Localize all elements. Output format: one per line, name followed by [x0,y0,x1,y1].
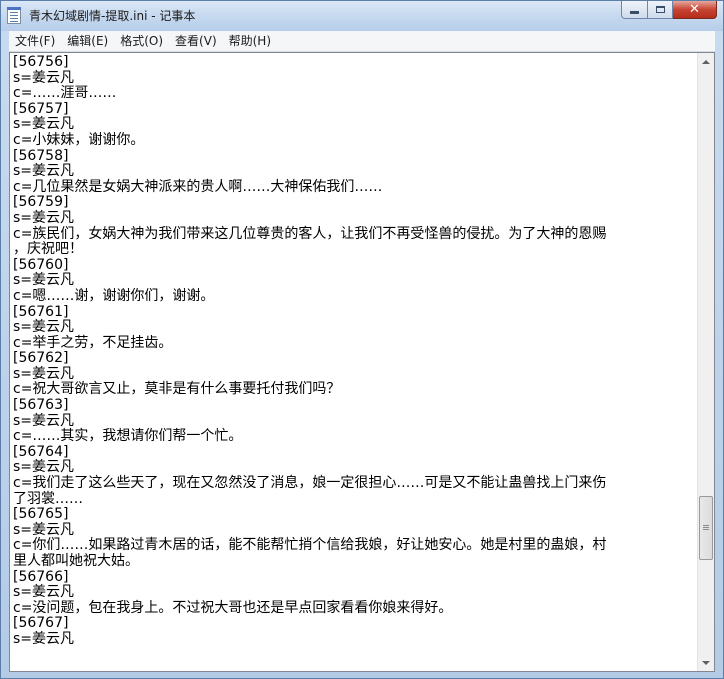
menu-file[interactable]: 文件(F) [9,31,61,51]
text-line: [56760] [13,256,69,273]
text-line: 里人都叫她祝大姑。 [13,553,139,569]
text-content[interactable]: [56756] s=姜云凡 c=……涯哥…… [56757] s=姜云凡 c=小妹妹，谢谢… [13,55,693,669]
caption-buttons: ✕ [621,1,717,21]
text-line: c=族民们，女娲大神为我们带来这几位尊贵的客人，让我们不再受怪兽的侵扰。为了大神… [13,225,607,242]
vertical-scrollbar[interactable] [697,53,714,671]
arrow-up-icon [702,59,710,64]
text-editor[interactable]: [56756] s=姜云凡 c=……涯哥…… [56757] s=姜云凡 c=小妹妹，谢谢… [9,52,715,672]
menu-bar: 文件(F) 编辑(E) 格式(O) 查看(V) 帮助(H) [9,31,715,52]
text-line: s=姜云凡 [13,116,75,133]
text-line: [56759] [13,194,69,211]
text-line: s=姜云凡 [13,69,75,86]
text-line: [56757] [13,100,69,117]
menu-view[interactable]: 查看(V) [169,31,223,51]
text-line: 了羽裳…… [13,490,83,507]
text-line: c=举手之劳，不足挂齿。 [13,334,173,351]
maximize-icon [655,6,665,13]
title-bar[interactable]: 青木幻域剧情-提取.ini - 记事本 ✕ [1,1,723,31]
scroll-down-button[interactable] [698,654,714,671]
close-button[interactable]: ✕ [673,1,717,19]
text-line: [56762] [13,350,69,367]
maximize-button[interactable] [648,1,673,19]
text-line: [56758] [13,147,69,164]
text-line: s=姜云凡 [13,365,75,382]
text-line: c=你们……如果路过青木居的话，能不能帮忙捎个信给我娘，好让她安心。她是村里的蛊… [13,537,607,554]
text-line: [56765] [13,506,69,523]
notepad-window: 青木幻域剧情-提取.ini - 记事本 ✕ 文件(F) 编辑(E) 格式(O) … [0,0,724,679]
window-title: 青木幻域剧情-提取.ini - 记事本 [29,9,196,23]
text-line: s=姜云凡 [13,209,75,226]
text-line: c=嗯……谢，谢谢你们，谢谢。 [13,287,215,304]
menu-help[interactable]: 帮助(H) [223,31,277,51]
minimize-button[interactable] [621,1,648,19]
text-line: s=姜云凡 [13,521,75,538]
text-line: c=几位果然是女娲大神派来的贵人啊……大神保佑我们…… [13,178,383,195]
arrow-down-icon [702,660,710,665]
text-line: [56767] [13,615,69,632]
text-line: [56766] [13,568,69,585]
grip-icon [703,525,709,527]
scroll-up-button[interactable] [698,53,714,70]
text-line: c=……其实，我想请你们帮一个忙。 [13,428,243,445]
notepad-icon[interactable] [7,7,21,24]
text-line: c=我们走了这么些天了，现在又忽然没了消息，娘一定很担心……可是又不能让蛊兽找上… [13,475,607,492]
text-line: [56761] [13,303,69,320]
close-icon: ✕ [689,2,700,17]
text-line: s=姜云凡 [13,630,75,647]
text-line: [56763] [13,397,69,414]
text-line: [56764] [13,443,69,460]
text-line: [56756] [13,55,69,70]
text-line: s=姜云凡 [13,584,75,601]
minimize-icon [630,11,639,14]
text-line: c=祝大哥欲言又止，莫非是有什么事要托付我们吗？ [13,381,341,398]
text-line: s=姜云凡 [13,459,75,476]
text-line: s=姜云凡 [13,412,75,429]
text-line: s=姜云凡 [13,319,75,336]
text-line: s=姜云凡 [13,163,75,180]
menu-format[interactable]: 格式(O) [114,31,169,51]
text-line: ，庆祝吧！ [13,241,83,258]
scrollbar-thumb[interactable] [699,496,713,561]
text-line: c=……涯哥…… [13,85,117,102]
text-line: s=姜云凡 [13,272,75,289]
menu-edit[interactable]: 编辑(E) [61,31,114,51]
text-line: c=小妹妹，谢谢你。 [13,131,145,148]
text-line: c=没问题，包在我身上。不过祝大哥也还是早点回家看看你娘来得好。 [13,599,453,616]
